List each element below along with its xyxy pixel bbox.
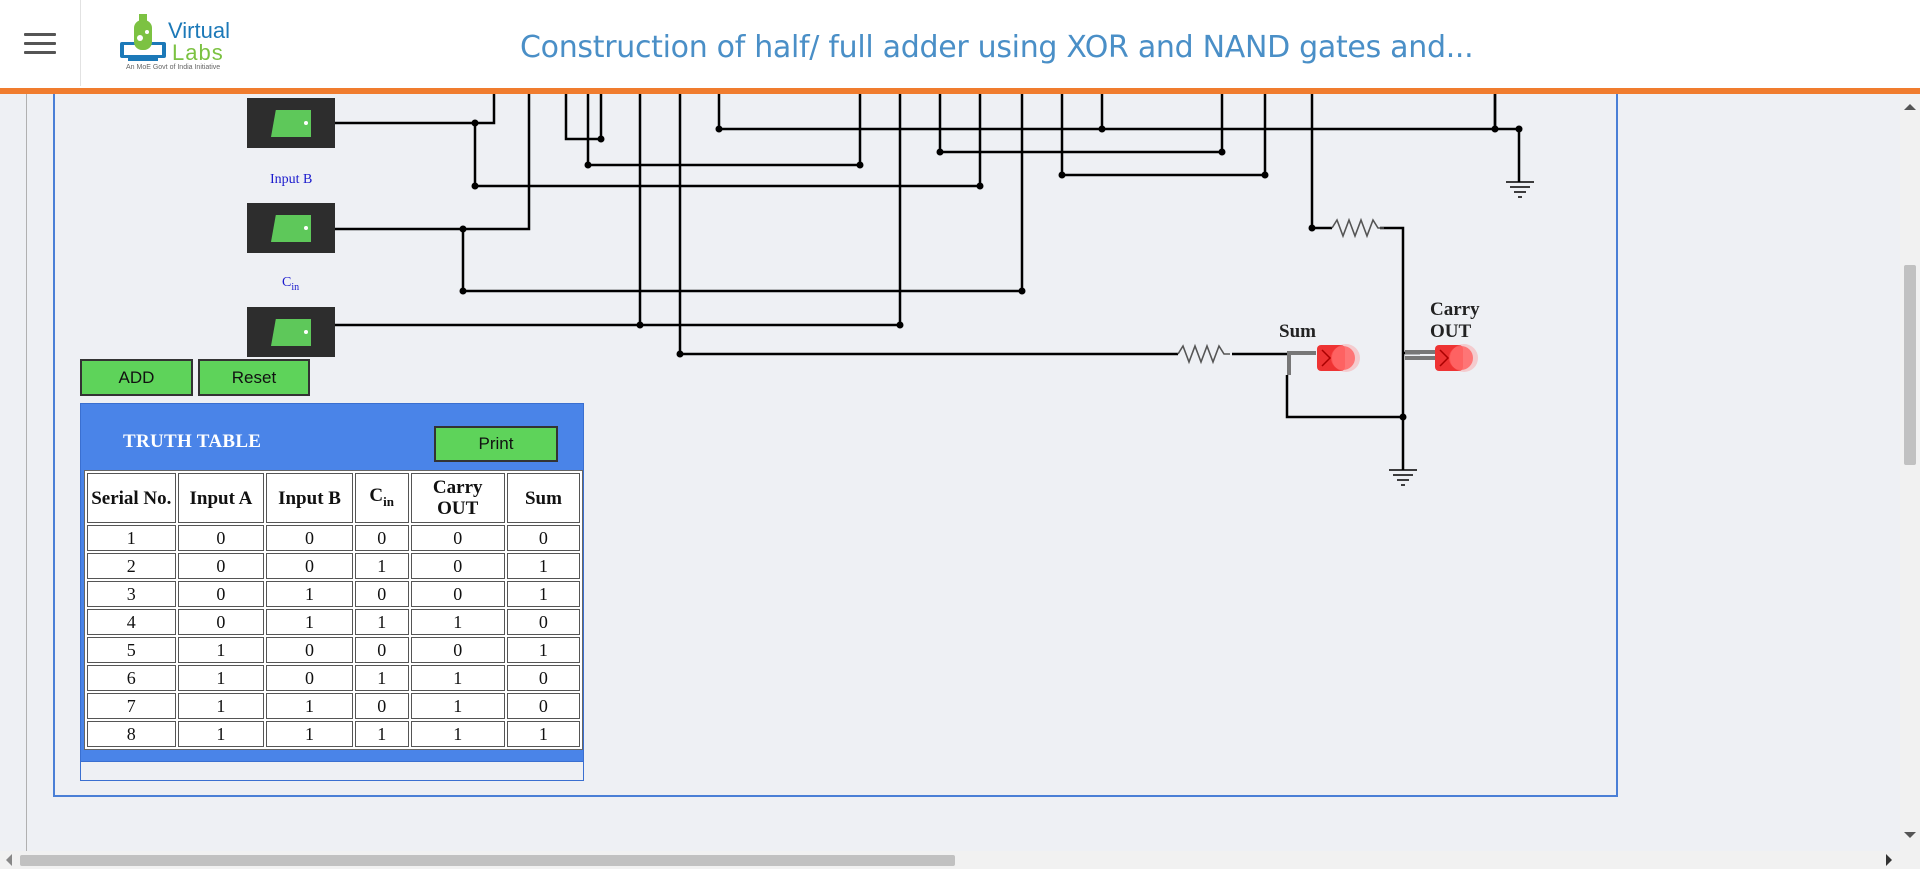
table-row: 610110 [87, 665, 580, 691]
header-input-a: Input A [177, 473, 265, 523]
header-input-b: Input B [266, 473, 353, 523]
input-b-label: Input B [270, 172, 313, 187]
cin-label: Cin [282, 275, 300, 293]
reset-button[interactable]: Reset [198, 359, 310, 396]
horizontal-scroll-thumb[interactable] [20, 855, 955, 866]
menu-button[interactable] [0, 0, 81, 86]
horizontal-scrollbar[interactable] [0, 851, 1920, 869]
table-row: 401110 [87, 609, 580, 635]
truth-table: Serial No. Input A Input B Cin Carry OUT … [84, 470, 583, 750]
carry-out-led-label: Carry OUT [1430, 299, 1480, 342]
input-a-switch[interactable] [247, 98, 335, 148]
sum-led-icon [1287, 344, 1360, 375]
table-row: 510001 [87, 637, 580, 663]
truth-table-panel: TRUTH TABLE Print Serial No. Input A Inp… [80, 403, 584, 781]
sum-led-label: Sum [1279, 321, 1316, 342]
table-row: 811111 [87, 721, 580, 747]
truth-table-body: 100000 200101 301001 401110 510001 61011… [87, 525, 580, 747]
table-header-row: Serial No. Input A Input B Cin Carry OUT … [87, 473, 580, 523]
table-row: 200101 [87, 553, 580, 579]
virtual-labs-logo[interactable]: Virtual Labs An MoE Govt of India Initia… [118, 12, 234, 76]
vertical-scroll-thumb[interactable] [1904, 265, 1916, 465]
table-row: 100000 [87, 525, 580, 551]
carry-led-icon [1405, 344, 1478, 372]
input-b-switch[interactable] [247, 203, 335, 253]
flask-icon [120, 14, 166, 61]
table-row: 301001 [87, 581, 580, 607]
add-button[interactable]: ADD [80, 359, 193, 396]
scroll-left-arrow-icon[interactable] [6, 854, 12, 866]
page-title: Construction of half/ full adder using X… [520, 30, 1474, 65]
header-sum: Sum [506, 473, 580, 523]
cin-switch[interactable] [247, 307, 335, 357]
scroll-right-arrow-icon[interactable] [1886, 854, 1892, 866]
scroll-up-arrow-icon[interactable] [1904, 104, 1916, 110]
header-cin: Cin [354, 473, 409, 523]
top-header: Virtual Labs An MoE Govt of India Initia… [0, 0, 1920, 94]
header-serial-no: Serial No. [87, 473, 176, 523]
vertical-scrollbar[interactable] [1900, 94, 1920, 851]
header-carry-out: Carry OUT [410, 473, 505, 523]
print-button[interactable]: Print [434, 426, 558, 462]
scroll-down-arrow-icon[interactable] [1904, 832, 1916, 838]
logo-tagline: An MoE Govt of India Initiative [126, 64, 221, 71]
table-row: 711010 [87, 693, 580, 719]
hamburger-icon [24, 27, 56, 60]
logo-word-labs: Labs [172, 40, 224, 65]
truth-table-title: TRUTH TABLE [123, 431, 262, 452]
